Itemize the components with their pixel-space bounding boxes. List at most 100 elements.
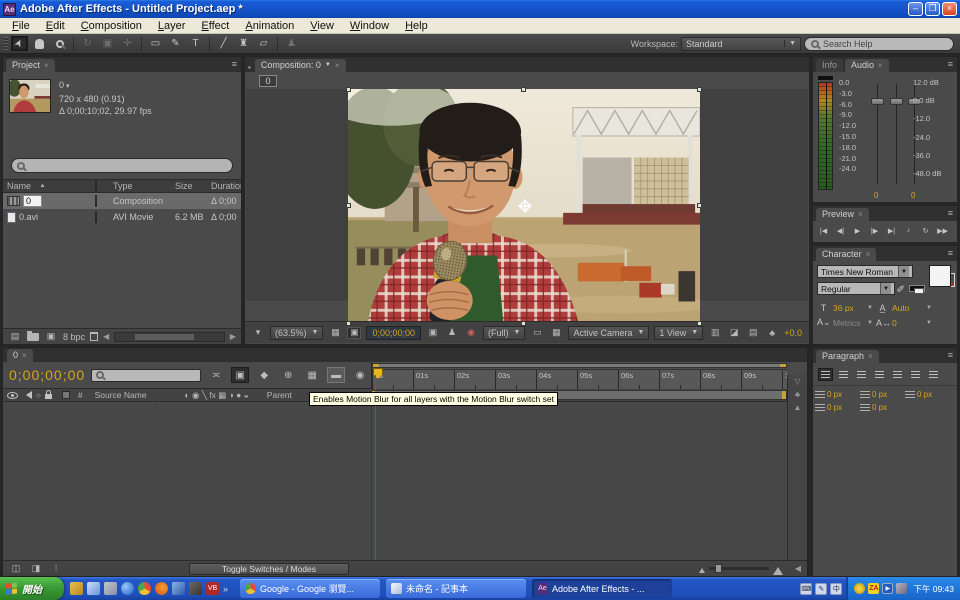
project-row-composition[interactable]: 0 Composition Δ 0;00 [3, 193, 241, 209]
tab-project[interactable]: Project× [6, 59, 55, 72]
justify-last-left-button[interactable] [872, 368, 887, 381]
trash-icon[interactable] [90, 332, 98, 341]
expand-layer-switches-icon[interactable]: ◫ [9, 563, 23, 575]
eraser-tool[interactable]: ▱ [255, 36, 272, 51]
transport-button[interactable]: ▶ [850, 224, 865, 237]
view-layout-select[interactable]: 1 View▼ [654, 326, 703, 340]
parent-column[interactable]: Parent [267, 390, 292, 400]
label-column-icon[interactable] [62, 391, 70, 399]
time-ruler[interactable]: 0s01s02s03s04s05s06s07s08s09s10s [372, 369, 787, 389]
scroll-left-icon[interactable]: ◀ [103, 332, 109, 341]
menu-item[interactable]: View [302, 20, 342, 32]
tab-composition[interactable]: Composition: 0 ▼ × [255, 59, 346, 72]
align-right-button[interactable] [854, 368, 869, 381]
timeline-search-input[interactable] [91, 369, 201, 382]
scroll-up-icon[interactable]: ♣ [795, 390, 800, 399]
menu-item[interactable]: Edit [38, 20, 73, 32]
time-ruler-zone[interactable]: 0s01s02s03s04s05s06s07s08s09s10s [371, 362, 787, 389]
exposure-value[interactable]: +0.0 [784, 328, 802, 338]
zoom-tool[interactable] [51, 36, 68, 51]
selection-handle[interactable] [521, 321, 526, 326]
tab-character[interactable]: Character× [816, 248, 876, 261]
camera-icon[interactable] [189, 582, 202, 595]
frame-blending-icon[interactable]: ⊕ [279, 367, 297, 383]
document-icon[interactable] [87, 582, 100, 595]
justify-last-right-button[interactable] [908, 368, 923, 381]
chrome-icon[interactable] [138, 582, 151, 595]
leading-value[interactable]: Auto▼ [892, 303, 932, 313]
messenger-icon[interactable] [104, 582, 117, 595]
tab-timeline-comp[interactable]: 0× [7, 349, 33, 362]
scroll-right-icon[interactable]: ▶ [230, 332, 236, 341]
volume-icon[interactable] [896, 583, 907, 594]
align-center-button[interactable] [836, 368, 851, 381]
pixel-aspect-icon[interactable]: ▥ [708, 327, 722, 339]
fast-preview-icon[interactable]: ◪ [727, 327, 741, 339]
keyboard-icon[interactable]: ⌨ [800, 583, 812, 595]
timeline-zoom-slider[interactable] [709, 567, 769, 570]
align-left-button[interactable] [818, 368, 833, 381]
hand-tool[interactable] [31, 36, 48, 51]
bw-swatches[interactable] [909, 285, 925, 292]
project-row-footage[interactable]: 0.avi AVI Movie 6.2 MB Δ 0;00 [3, 209, 241, 225]
puppet-pin-tool[interactable]: ♟ [283, 36, 300, 51]
selection-handle[interactable] [697, 87, 702, 92]
media-play-icon[interactable]: ▶ [882, 583, 893, 594]
indent-field[interactable]: 0 px [815, 390, 860, 399]
level-value-left[interactable]: 0 [874, 191, 878, 200]
transport-button[interactable]: |◀ [816, 224, 831, 237]
current-timecode[interactable]: 0;00;00;00 [9, 367, 85, 383]
mask-visibility-icon[interactable]: ▣ [347, 327, 361, 339]
menu-item[interactable]: Window [342, 20, 397, 32]
project-hscrollbar[interactable] [114, 332, 225, 342]
pen-input-icon[interactable]: ✎ [815, 583, 827, 595]
tab-paragraph[interactable]: Paragraph× [816, 350, 879, 363]
interpret-footage-icon[interactable]: ▤ [8, 331, 22, 343]
type-tool[interactable]: T [187, 36, 204, 51]
more-icons-chevron[interactable]: » [223, 584, 228, 594]
justify-all-button[interactable] [926, 368, 941, 381]
brainstorm-icon[interactable]: ◉ [351, 367, 369, 383]
always-preview-icon[interactable]: ▾ [251, 327, 265, 339]
composition-viewer[interactable] [246, 89, 808, 301]
tab-info[interactable]: Info [816, 59, 843, 72]
selection-handle[interactable] [521, 87, 526, 92]
timeline-button-icon[interactable]: ▤ [746, 327, 760, 339]
selection-tool[interactable]: ➤ [11, 36, 28, 51]
clone-stamp-tool[interactable]: ♜ [235, 36, 252, 51]
menu-item[interactable]: Animation [237, 20, 302, 32]
minimize-button[interactable]: – [908, 2, 923, 16]
solo-column-icon[interactable]: ○ [36, 391, 41, 400]
menu-item[interactable]: Effect [193, 20, 237, 32]
number-column[interactable]: # [78, 390, 83, 400]
timeline-tracks-area[interactable] [3, 403, 807, 560]
font-size-value[interactable]: 36 px▼ [833, 303, 873, 313]
pen-tool[interactable]: ✎ [167, 36, 184, 51]
tray-smiley-icon[interactable] [854, 583, 865, 594]
flowchart-icon[interactable]: ♣ [765, 327, 779, 339]
magnification-select[interactable]: (63.5%)▼ [270, 326, 323, 340]
indent-field[interactable]: 0 px [905, 390, 950, 399]
eyedropper-icon[interactable]: ✎ [897, 284, 908, 292]
indent-field[interactable]: 0 px [860, 390, 905, 399]
media-player-icon[interactable] [172, 582, 185, 595]
menu-item[interactable]: Layer [150, 20, 194, 32]
zonealarm-icon[interactable]: ZA [868, 583, 879, 594]
font-style-select[interactable]: Regular▼ [817, 282, 895, 295]
comp-marker-icon[interactable]: ▽ [794, 377, 800, 386]
level-slider-left[interactable] [877, 84, 878, 184]
bit-depth[interactable]: 8 bpc [63, 332, 85, 342]
resolution-select[interactable]: (Full)▼ [483, 326, 525, 340]
toggle-switches-modes-button[interactable]: Toggle Switches / Modes [189, 563, 349, 575]
camera-tool[interactable]: ▣ [99, 36, 116, 51]
snapshot-icon[interactable]: ▣ [426, 327, 440, 339]
safe-zones-icon[interactable]: ▦ [328, 327, 342, 339]
audio-column-icon[interactable] [22, 391, 32, 399]
panel-menu-icon[interactable]: ≡ [948, 209, 953, 218]
selection-handle[interactable] [346, 321, 351, 326]
time-navigator-bar[interactable] [372, 363, 787, 368]
comp-mini-flowchart-icon[interactable]: ≍ [207, 367, 225, 383]
zoom-in-icon[interactable] [773, 562, 783, 575]
comp-mini-button[interactable]: 0 [259, 75, 277, 87]
level-value-right[interactable]: 0 [911, 191, 915, 200]
